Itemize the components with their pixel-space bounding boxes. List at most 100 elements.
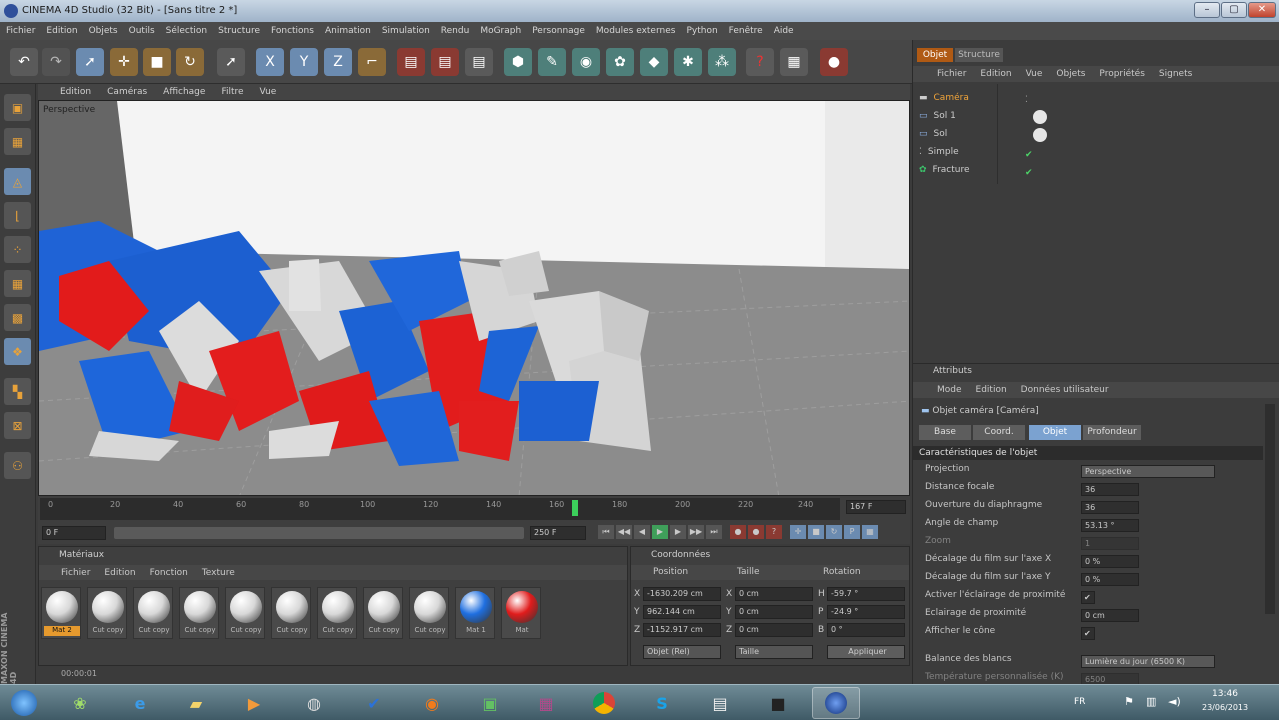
help-button[interactable]: ? <box>746 48 774 76</box>
attr-value-field[interactable]: Perspective <box>1081 465 1215 478</box>
layout-button[interactable]: ▦ <box>780 48 808 76</box>
position-key-button[interactable]: ✛ <box>790 525 806 539</box>
scale-key-button[interactable]: ■ <box>808 525 824 539</box>
move-tool-button[interactable]: ✛ <box>110 48 138 76</box>
materials-menu-texture[interactable]: Texture <box>202 568 235 578</box>
start-button[interactable] <box>4 687 44 719</box>
menu-simulation[interactable]: Simulation <box>382 26 430 36</box>
size-z-field[interactable]: 0 cm <box>735 623 813 637</box>
taskbar-hp[interactable]: ◍ <box>290 687 338 719</box>
maximize-button[interactable]: ▢ <box>1221 2 1247 18</box>
scale-tool-button[interactable]: ■ <box>143 48 171 76</box>
points-mode-button[interactable]: ⁘ <box>4 236 31 263</box>
end-frame-field[interactable]: 250 F <box>530 526 586 540</box>
taskbar-skype[interactable]: S <box>638 687 686 719</box>
y-axis-button[interactable]: Y <box>290 48 318 76</box>
menu-fichier[interactable]: Fichier <box>6 26 35 36</box>
next-frame-button[interactable]: ▶ <box>670 525 686 539</box>
render-view-button[interactable]: ▤ <box>397 48 425 76</box>
materials-menu-fonction[interactable]: Fonction <box>150 568 188 578</box>
recent-tool-button[interactable]: ➚ <box>217 48 245 76</box>
material-swatch[interactable]: Mat 2 <box>41 587 81 639</box>
edges-mode-button[interactable]: ▦ <box>4 270 31 297</box>
cube-button[interactable]: ⬢ <box>504 48 532 76</box>
go-end-button[interactable]: ⏭ <box>706 525 722 539</box>
material-swatch[interactable]: Cut copy <box>87 587 127 639</box>
clock-date[interactable]: 23/06/2013 <box>1202 703 1248 712</box>
menu-python[interactable]: Python <box>686 26 717 36</box>
material-swatch[interactable]: Cut copy <box>225 587 265 639</box>
menu-selection[interactable]: Sélection <box>166 26 207 36</box>
camera-button[interactable]: ⁂ <box>708 48 736 76</box>
record-button[interactable]: ● <box>820 48 848 76</box>
tab-structure[interactable]: Structure <box>955 48 1003 62</box>
deformer-button[interactable]: ◆ <box>640 48 668 76</box>
taskbar-network[interactable]: ▣ <box>466 687 514 719</box>
cloner-button[interactable]: ✿ <box>606 48 634 76</box>
coord-mode-select[interactable]: Objet (Rel) <box>643 645 721 659</box>
select-tool-button[interactable]: ➚ <box>76 48 104 76</box>
rotate-tool-button[interactable]: ↻ <box>176 48 204 76</box>
objects-menu-fichier[interactable]: Fichier <box>937 69 966 79</box>
attr-tab-coord[interactable]: Coord. <box>973 425 1025 440</box>
param-key-button[interactable]: P <box>844 525 860 539</box>
texture-mode-button[interactable]: ▦ <box>4 128 31 155</box>
tray-flag-icon[interactable]: ⚑ <box>1124 695 1134 708</box>
model-mode-button[interactable]: ◬ <box>4 168 31 195</box>
start-frame-field[interactable]: 0 F <box>42 526 106 540</box>
material-swatch[interactable]: Cut copy <box>317 587 357 639</box>
attr-tab-profondeur[interactable]: Profondeur <box>1083 425 1141 440</box>
objects-menu-objets[interactable]: Objets <box>1056 69 1085 79</box>
timeline-ruler[interactable]: 0 20 40 60 80 100 120 140 160 180 200 22… <box>40 498 840 520</box>
object-row-sol[interactable]: ▭ Sol <box>919 126 947 142</box>
make-editable-button[interactable]: ▣ <box>4 94 31 121</box>
snap-button[interactable]: ▚ <box>4 378 31 405</box>
pos-y-field[interactable]: 962.144 cm <box>643 605 721 619</box>
tray-network-icon[interactable]: ▥ <box>1146 695 1156 708</box>
viewport-menu-affichage[interactable]: Affichage <box>163 87 205 97</box>
scene-button[interactable]: ✱ <box>674 48 702 76</box>
object-row-fracture[interactable]: ✿ Fracture <box>919 162 970 178</box>
objects-menu-edition[interactable]: Edition <box>980 69 1011 79</box>
menu-personnage[interactable]: Personnage <box>532 26 585 36</box>
polygons-mode-button[interactable]: ▩ <box>4 304 31 331</box>
size-y-field[interactable]: 0 cm <box>735 605 813 619</box>
pla-key-button[interactable]: ▦ <box>862 525 878 539</box>
prev-frame-button[interactable]: ◀ <box>634 525 650 539</box>
attributes-menu-mode[interactable]: Mode <box>937 385 962 395</box>
attr-value-field[interactable]: ✔ <box>1081 627 1095 640</box>
menu-rendu[interactable]: Rendu <box>441 26 470 36</box>
attributes-scrollbar[interactable] <box>1265 404 1275 614</box>
viewport-menu-cameras[interactable]: Caméras <box>107 87 147 97</box>
undo-button[interactable]: ↶ <box>10 48 38 76</box>
menu-modules-externes[interactable]: Modules externes <box>596 26 676 36</box>
rot-h-field[interactable]: -59.7 ° <box>827 587 905 601</box>
render-picture-viewer-button[interactable]: ▤ <box>431 48 459 76</box>
attr-value-field[interactable]: 36 <box>1081 501 1139 514</box>
taskbar-ie[interactable]: e <box>116 687 164 719</box>
taskbar-winrar[interactable]: ▦ <box>522 687 570 719</box>
z-axis-button[interactable]: Z <box>324 48 352 76</box>
taskbar-notepad[interactable]: ▤ <box>696 687 744 719</box>
minimize-button[interactable]: – <box>1194 2 1220 18</box>
current-frame-field[interactable]: 167 F <box>846 500 906 514</box>
attributes-menu-donnees-utilisateur[interactable]: Données utilisateur <box>1021 385 1109 395</box>
taskbar-app-1[interactable]: ❀ <box>56 687 104 719</box>
taskbar-camera[interactable]: ■ <box>754 687 802 719</box>
material-swatch[interactable]: Mat 1 <box>455 587 495 639</box>
pos-z-field[interactable]: -1152.917 cm <box>643 623 721 637</box>
close-button[interactable]: ✕ <box>1248 2 1276 18</box>
size-mode-select[interactable]: Taille <box>735 645 813 659</box>
x-axis-button[interactable]: X <box>256 48 284 76</box>
material-swatch[interactable]: Cut copy <box>409 587 449 639</box>
material-swatch[interactable]: Cut copy <box>271 587 311 639</box>
menu-fonctions[interactable]: Fonctions <box>271 26 314 36</box>
axis-mode-button[interactable]: ⌊ <box>4 202 31 229</box>
attr-value-field[interactable]: 0 % <box>1081 555 1139 568</box>
rot-p-field[interactable]: -24.9 ° <box>827 605 905 619</box>
object-row-simple[interactable]: ⁚ Simple <box>919 144 959 160</box>
clock-time[interactable]: 13:46 <box>1212 689 1238 699</box>
rot-b-field[interactable]: 0 ° <box>827 623 905 637</box>
objects-menu-signets[interactable]: Signets <box>1159 69 1192 79</box>
attr-value-field[interactable]: 36 <box>1081 483 1139 496</box>
